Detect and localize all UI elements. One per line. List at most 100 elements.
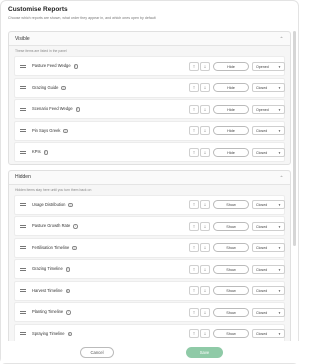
chevron-up-icon[interactable]: ⌃ (279, 36, 284, 41)
chevron-up-icon[interactable]: ⌃ (279, 175, 284, 180)
arrow-down-icon[interactable]: ↓ (200, 286, 210, 295)
drag-handle-icon[interactable] (20, 332, 26, 335)
info-icon[interactable]: i (61, 85, 66, 91)
arrow-up-icon[interactable]: ↑ (189, 61, 199, 71)
arrow-down-icon[interactable]: ↓ (200, 147, 210, 157)
default-state-select[interactable]: Closed ▼ (252, 264, 285, 274)
dialog-subtitle: Choose which reports are shown, what ord… (8, 16, 156, 20)
visibility-toggle-button[interactable]: Show (213, 243, 249, 252)
arrow-up-icon[interactable]: ↑ (189, 126, 199, 135)
reorder-controls: ↑ ↓ (189, 83, 210, 92)
arrow-up-icon[interactable]: ↑ (189, 243, 199, 252)
info-icon[interactable]: i (43, 150, 49, 155)
default-state-select[interactable]: Closed ▼ (252, 221, 285, 231)
arrow-down-icon[interactable]: ↓ (200, 243, 210, 252)
drag-handle-icon[interactable] (20, 267, 26, 271)
default-state-select[interactable]: Closed ▼ (252, 147, 285, 157)
chevron-down-icon: ▼ (278, 64, 281, 69)
hidden-section-header[interactable]: Hidden ⌃ (9, 170, 290, 185)
arrow-up-icon[interactable]: ↑ (189, 264, 199, 274)
drag-handle-icon[interactable] (20, 224, 26, 228)
info-icon[interactable]: i (68, 202, 73, 208)
default-state-select[interactable]: Closed ▼ (252, 243, 285, 252)
drag-handle-icon[interactable] (20, 129, 26, 132)
drag-handle-icon[interactable] (20, 310, 26, 314)
arrow-down-icon[interactable]: ↓ (200, 61, 210, 71)
arrow-up-icon[interactable]: ↑ (189, 200, 199, 209)
drag-handle-icon[interactable] (20, 289, 26, 292)
visibility-toggle-button[interactable]: Hide (213, 147, 249, 157)
visibility-toggle-button[interactable]: Show (213, 264, 249, 274)
arrow-up-icon[interactable]: ↑ (189, 307, 199, 317)
visibility-toggle-button[interactable]: Show (213, 329, 249, 338)
arrow-down-icon[interactable]: ↓ (200, 126, 210, 135)
default-state-select[interactable]: Closed ▼ (252, 307, 285, 317)
default-state-select[interactable]: Closed ▼ (252, 83, 285, 92)
info-icon[interactable]: i (75, 107, 81, 112)
default-state-select[interactable]: Closed ▼ (252, 286, 285, 295)
drag-handle-icon[interactable] (20, 86, 26, 89)
report-row[interactable]: Pasture Growth Rate i ↑ ↓ Show Closed ▼ (14, 216, 285, 236)
report-row[interactable]: Pasture Feed Wedge i ↑ ↓ Hide Opened ▼ (14, 56, 285, 76)
drag-handle-icon[interactable] (20, 246, 26, 249)
visibility-toggle-button[interactable]: Hide (213, 126, 249, 135)
drag-handle-icon[interactable] (20, 150, 26, 154)
arrow-up-icon[interactable]: ↑ (189, 286, 199, 295)
info-icon[interactable]: i (66, 310, 71, 315)
cancel-button[interactable]: Cancel (80, 347, 114, 358)
scrollbar[interactable] (293, 31, 296, 246)
report-row[interactable]: Planting Timeline i ↑ ↓ Show Closed ▼ (14, 302, 285, 322)
info-icon[interactable]: i (63, 128, 68, 134)
default-state-select[interactable]: Closed ▼ (252, 329, 285, 338)
info-icon[interactable]: i (72, 245, 77, 251)
report-row[interactable]: Fertilisation Timeline i ↑ ↓ Show Closed ▼ (14, 237, 285, 258)
report-row[interactable]: Harvest Timeline i ↑ ↓ Show Closed ▼ (14, 280, 285, 301)
visible-section-header[interactable]: Visible ⌃ (9, 32, 290, 46)
report-row[interactable]: Usage Distribution i ↑ ↓ Show Closed ▼ (14, 194, 285, 215)
arrow-down-icon[interactable]: ↓ (200, 329, 210, 338)
visibility-toggle-button[interactable]: Show (213, 221, 249, 231)
arrow-up-icon[interactable]: ↑ (189, 221, 199, 231)
visibility-toggle-button[interactable]: Hide (213, 61, 249, 71)
dialog-footer: Cancel Save (1, 341, 300, 363)
report-row[interactable]: KPIs i ↑ ↓ Hide Closed ▼ (14, 142, 285, 162)
drag-handle-icon[interactable] (20, 203, 26, 206)
chevron-down-icon: ▼ (278, 150, 281, 155)
reports-scroll-area[interactable]: Visible ⌃ These items are listed in the … (8, 31, 291, 341)
reorder-controls: ↑ ↓ (189, 243, 210, 252)
arrow-down-icon[interactable]: ↓ (200, 83, 210, 92)
arrow-down-icon[interactable]: ↓ (200, 307, 210, 317)
arrow-up-icon[interactable]: ↑ (189, 104, 199, 114)
report-label: Pasture Feed Wedge i (32, 63, 79, 69)
default-state-select[interactable]: Closed ▼ (252, 126, 285, 135)
info-icon[interactable]: i (73, 64, 79, 69)
arrow-down-icon[interactable]: ↓ (200, 264, 210, 274)
visibility-toggle-button[interactable]: Show (213, 307, 249, 317)
info-icon[interactable]: i (65, 267, 71, 272)
arrow-up-icon[interactable]: ↑ (189, 329, 199, 338)
chevron-down-icon: ▼ (278, 289, 281, 293)
report-row[interactable]: Grazing Guide i ↑ ↓ Hide Closed ▼ (14, 77, 285, 98)
drag-handle-icon[interactable] (20, 64, 26, 68)
default-state-select[interactable]: Opened ▼ (252, 104, 285, 114)
drag-handle-icon[interactable] (20, 107, 26, 111)
report-row[interactable]: Scenario Feed Wedge i ↑ ↓ Hide Opened ▼ (14, 99, 285, 119)
default-state-select[interactable]: Opened ▼ (252, 61, 285, 71)
default-state-select[interactable]: Closed ▼ (252, 200, 285, 209)
arrow-up-icon[interactable]: ↑ (189, 83, 199, 92)
report-row[interactable]: Spraying Timeline i ↑ ↓ Show Closed ▼ (14, 323, 285, 341)
info-icon[interactable]: i (67, 331, 72, 337)
arrow-down-icon[interactable]: ↓ (200, 104, 210, 114)
arrow-down-icon[interactable]: ↓ (200, 200, 210, 209)
save-button[interactable]: Save (186, 347, 223, 358)
report-row[interactable]: Pin Says Greek i ↑ ↓ Hide Closed ▼ (14, 120, 285, 141)
visibility-toggle-button[interactable]: Show (213, 200, 249, 209)
visibility-toggle-button[interactable]: Show (213, 286, 249, 295)
info-icon[interactable]: i (65, 288, 70, 294)
arrow-up-icon[interactable]: ↑ (189, 147, 199, 157)
visibility-toggle-button[interactable]: Hide (213, 83, 249, 92)
report-row[interactable]: Grazing Timeline i ↑ ↓ Show Closed ▼ (14, 259, 285, 279)
arrow-down-icon[interactable]: ↓ (200, 221, 210, 231)
visibility-toggle-button[interactable]: Hide (213, 104, 249, 114)
info-icon[interactable]: i (73, 224, 78, 229)
